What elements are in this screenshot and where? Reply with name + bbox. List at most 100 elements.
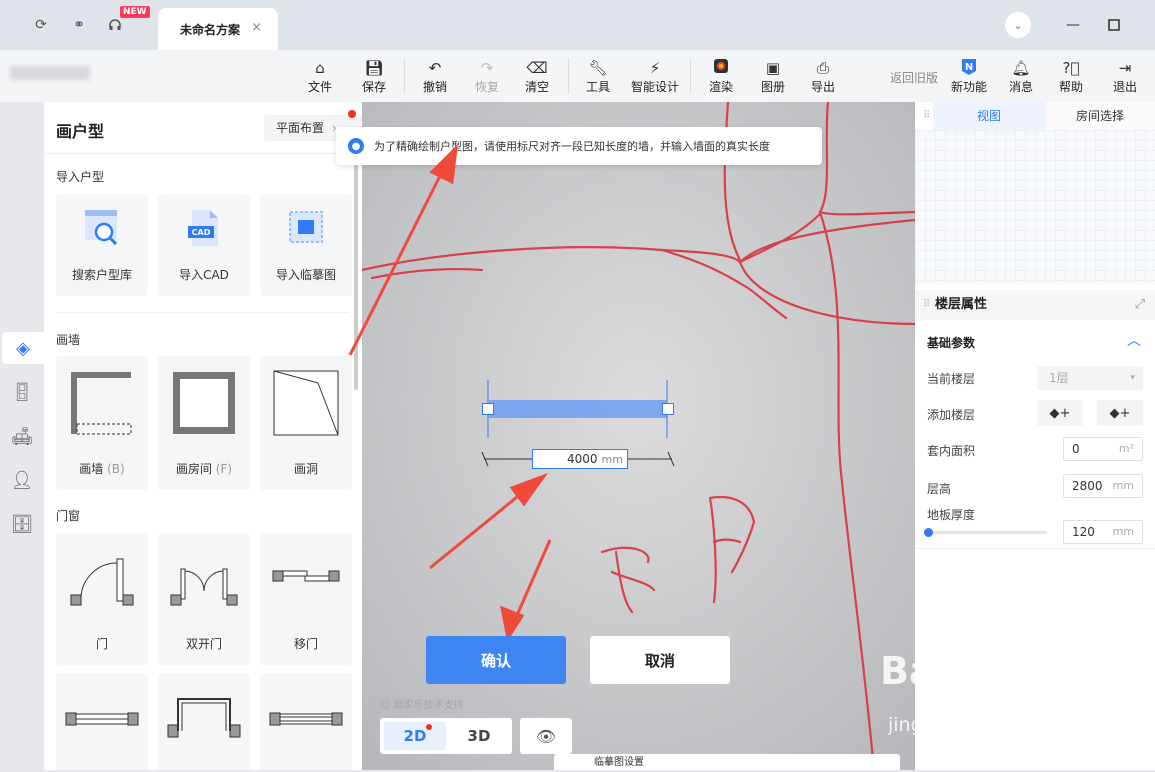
caret-down-icon: ▾: [1130, 373, 1135, 383]
render-icon: [699, 58, 743, 78]
clear-button[interactable]: ⌫ 清空: [515, 58, 559, 95]
ruler-right-handle[interactable]: [662, 403, 674, 415]
add-floor-above-button[interactable]: ◆+: [1037, 400, 1083, 426]
notification-dot: [348, 110, 356, 118]
close-icon[interactable]: ×: [251, 20, 262, 35]
draw-room-card[interactable]: 画房间 (F): [158, 356, 250, 490]
slider-knob[interactable]: [924, 528, 933, 537]
tab-scheme[interactable]: 未命名方案 ×: [158, 8, 278, 50]
file-button[interactable]: ⌂ 文件: [298, 58, 342, 95]
view-3d-button[interactable]: 3D: [450, 722, 508, 750]
inner-area-label: 套内面积: [927, 444, 976, 458]
drag-handle-icon[interactable]: ⠿: [923, 290, 930, 320]
search-floorplan-card[interactable]: 搜索户型库: [56, 194, 148, 296]
wall-length-input[interactable]: 4000 mm: [532, 449, 628, 469]
notification-dot: [426, 724, 432, 730]
nav-user[interactable]: 👤︎: [6, 464, 38, 496]
maximize-button[interactable]: [1101, 12, 1127, 38]
scrollbar[interactable]: [354, 150, 358, 390]
import-cad-card[interactable]: CAD 导入CAD: [158, 194, 250, 296]
window-icon: [65, 712, 139, 726]
bay-window-card[interactable]: [158, 673, 250, 770]
visibility-button[interactable]: 👁︎: [520, 718, 572, 754]
floorplan-panel: 画户型 平面布置 › 导入户型 搜索户型库 CAD 导入CAD 导入临摹图 画墙 …: [44, 102, 364, 770]
double-door-card[interactable]: 双开门: [158, 533, 250, 665]
smart-design-button[interactable]: ⚡︎ 智能设计: [626, 58, 684, 95]
new-feature-button[interactable]: N 新功能: [946, 58, 992, 95]
expand-icon[interactable]: ⤢: [1135, 290, 1145, 320]
help-button[interactable]: ?⃝ 帮助: [1049, 58, 1093, 95]
refresh-icon[interactable]: ⟳: [30, 14, 52, 36]
sliding-window-card[interactable]: [260, 673, 352, 770]
add-floor-below-button[interactable]: ◆+: [1097, 400, 1143, 426]
collapse-icon[interactable]: ⌄: [1005, 12, 1031, 38]
ruler-left-handle[interactable]: [482, 403, 494, 415]
door-icon: [70, 558, 134, 606]
cancel-button[interactable]: 取消: [590, 636, 730, 684]
section-door: 门窗: [56, 509, 81, 523]
view-2d-button[interactable]: 2D: [384, 722, 446, 750]
sliding-door-icon: [272, 570, 340, 582]
panel-title: 画户型: [56, 122, 105, 141]
minimize-button[interactable]: —: [1060, 12, 1086, 38]
draw-opening-card[interactable]: 画洞: [260, 356, 352, 490]
divider: [568, 58, 569, 94]
slab-thickness-input[interactable]: 120 mm: [1063, 520, 1143, 544]
floor-height-label: 层高: [927, 482, 952, 496]
floor-height-input[interactable]: 2800 mm: [1063, 474, 1143, 498]
save-button[interactable]: 💾︎ 保存: [352, 58, 396, 95]
wrench-icon: 🔧︎: [588, 59, 608, 77]
view-preview[interactable]: [915, 130, 1155, 284]
nav-furniture[interactable]: 🛋︎: [6, 420, 38, 452]
nav-cabinet[interactable]: 🗄︎: [6, 508, 38, 540]
tab-view[interactable]: 视图: [933, 102, 1045, 130]
confirm-button[interactable]: 确认: [426, 636, 566, 684]
messages-button[interactable]: 🔔︎ 消息: [999, 58, 1043, 95]
trace-image-icon: [289, 211, 323, 243]
bay-window-icon: [167, 698, 241, 738]
help-icon: ?⃝: [1062, 59, 1080, 77]
back-old-link[interactable]: 返回旧版: [890, 69, 938, 86]
undo-button[interactable]: ↶ 撤销: [413, 58, 457, 95]
ruler-bar[interactable]: [488, 400, 668, 418]
link-icon[interactable]: ⚭: [68, 14, 90, 36]
image-icon: ▣: [765, 59, 781, 77]
floor-props-header: 楼层属性 ⠿ ⤢: [915, 290, 1155, 320]
export-button[interactable]: ⎙ 导出: [801, 58, 845, 95]
draw-room-icon: [173, 372, 235, 434]
exit-button[interactable]: ⇥ 退出: [1103, 58, 1147, 95]
sofa-icon: 🛋︎: [10, 425, 34, 447]
tab-room-select[interactable]: 房间选择: [1045, 102, 1155, 130]
divider: [56, 312, 350, 313]
drag-handle-icon[interactable]: ⠿: [923, 110, 930, 121]
draw-wall-card[interactable]: 画墙 (B): [56, 356, 148, 490]
door-card[interactable]: 门: [56, 533, 148, 665]
render-button[interactable]: 渲染: [699, 58, 743, 95]
import-trace-card[interactable]: 导入临摹图: [260, 194, 352, 296]
redo-button[interactable]: ↷ 恢复: [465, 58, 509, 95]
support-icon: ☺: [380, 700, 394, 711]
divider: [690, 58, 691, 94]
layers-icon: ◈: [16, 337, 30, 359]
watermark-url: jingyan.baidu.com: [888, 714, 1064, 736]
draw-wall-icon: [71, 372, 132, 435]
slab-thickness-slider[interactable]: [924, 528, 1047, 537]
layer-add-icon: ◆+: [1109, 405, 1131, 421]
nav-doors[interactable]: 🚪︎: [6, 376, 38, 408]
current-floor-select[interactable]: 1层 ▾: [1037, 366, 1143, 390]
sliding-door-card[interactable]: 移门: [260, 533, 352, 665]
export-icon: ⎙: [816, 59, 829, 77]
search-library-icon: [85, 210, 118, 246]
inner-area-input[interactable]: 0 m²: [1063, 437, 1143, 461]
cad-file-icon: CAD: [188, 210, 218, 246]
album-button[interactable]: ▣ 图册: [751, 58, 795, 95]
bottom-settings-bar[interactable]: 临摹图设置: [554, 754, 900, 770]
window-card[interactable]: [56, 673, 148, 770]
support-text: ☺ 酷家乐技术支持: [380, 700, 464, 711]
chevron-up-icon[interactable]: ︿: [1127, 330, 1141, 350]
watermark: Baidu经验: [880, 649, 1078, 693]
tools-button[interactable]: 🔧︎ 工具: [576, 58, 620, 95]
view-toggle: 2D 3D: [380, 718, 512, 754]
section-wall: 画墙: [56, 333, 81, 347]
nav-floorplan[interactable]: ◈: [2, 332, 44, 364]
